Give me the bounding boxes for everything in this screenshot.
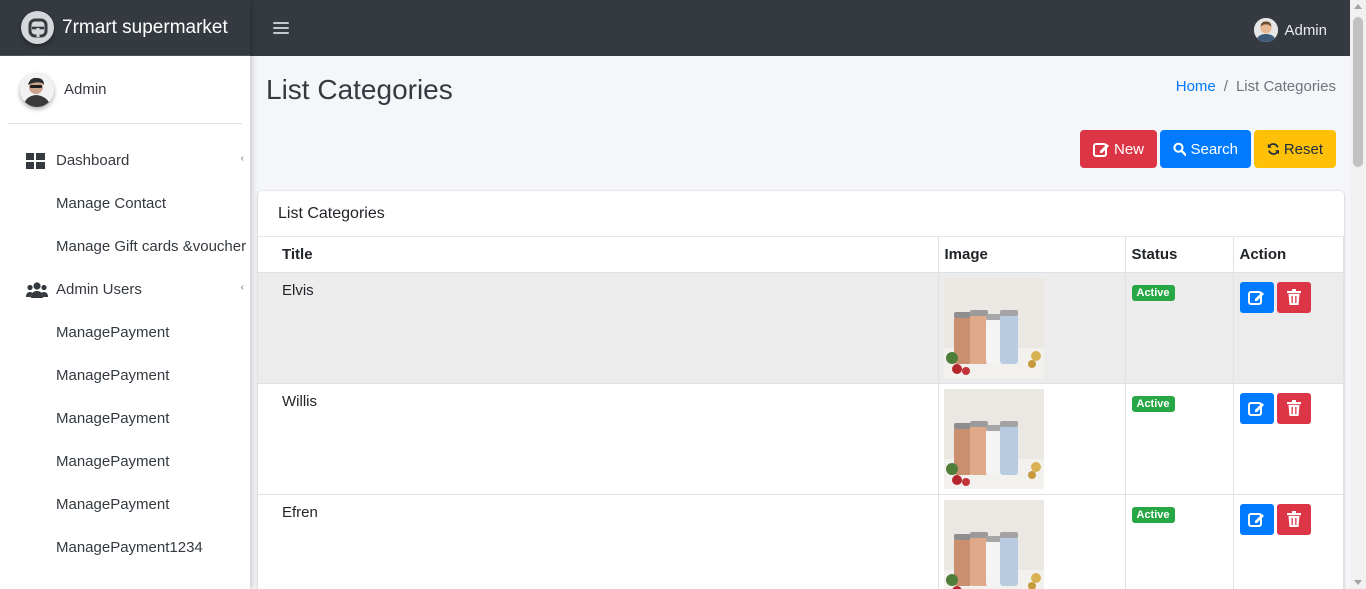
sidebar-item-label: ManagePayment: [56, 367, 170, 384]
user-panel[interactable]: Admin: [8, 56, 242, 124]
sidebar-item-label: ManagePayment: [56, 453, 170, 470]
sidebar-item-admin-users[interactable]: Admin Users ‹: [0, 268, 250, 311]
delete-button[interactable]: [1276, 281, 1311, 313]
sidebar-item-manage-contact[interactable]: Manage Contact: [0, 182, 250, 225]
breadcrumb-current: List Categories: [1235, 78, 1336, 95]
sidebar-nav: Dashboard ‹ Manage Contact Manage Gift c…: [0, 124, 250, 569]
trash-icon: [1286, 511, 1301, 527]
user-avatar: [1254, 18, 1279, 42]
sidebar-user-name: Admin: [64, 81, 107, 98]
row-title: Elvis: [258, 271, 939, 384]
sidebar-item-label: Dashboard: [56, 152, 130, 169]
column-header-status[interactable]: Status: [1124, 237, 1234, 273]
row-action-cell: [1232, 382, 1344, 495]
table-header-row: Title Image Status Action: [258, 237, 1344, 273]
category-image: [943, 388, 1044, 489]
sidebar-item-label: ManagePayment1234: [56, 539, 203, 556]
new-button-label: New: [1113, 140, 1144, 158]
users-icon: [26, 281, 48, 298]
column-header-title[interactable]: Title: [258, 237, 939, 273]
menu-toggle-icon[interactable]: [273, 22, 289, 34]
sidebar-item-manage-payment[interactable]: ManagePayment: [0, 311, 250, 354]
sidebar-item-manage-payment-1234[interactable]: ManagePayment1234: [0, 526, 250, 569]
user-menu[interactable]: Admin: [1254, 18, 1327, 42]
column-header-action[interactable]: Action: [1232, 237, 1344, 273]
sidebar-item-dashboard[interactable]: Dashboard ‹: [0, 139, 250, 182]
status-badge: Active: [1131, 506, 1175, 523]
sidebar-item-manage-payment[interactable]: ManagePayment: [0, 354, 250, 397]
sidebar-item-manage-gift-cards[interactable]: Manage Gift cards &voucher: [0, 225, 250, 268]
search-icon: [1173, 142, 1187, 157]
breadcrumb-separator: /: [1223, 78, 1228, 95]
brand-logo-icon: [21, 11, 54, 44]
refresh-icon: [1267, 143, 1280, 155]
column-header-image[interactable]: Image: [937, 237, 1126, 273]
row-status-cell: Active: [1124, 493, 1234, 589]
chevron-left-icon: ‹: [240, 153, 244, 164]
row-status-cell: Active: [1124, 271, 1234, 384]
row-title: Willis: [258, 382, 939, 495]
edit-button[interactable]: [1239, 281, 1274, 313]
page-title: List Categories: [266, 74, 453, 105]
new-button[interactable]: New: [1080, 130, 1157, 168]
table-row: Elvis Active: [258, 271, 1344, 384]
scroll-down-arrow-icon[interactable]: [1354, 580, 1362, 585]
row-image-cell: [937, 382, 1126, 495]
edit-button[interactable]: [1239, 392, 1274, 424]
sidebar-item-label: Manage Contact: [56, 195, 167, 212]
top-user-name: Admin: [1284, 21, 1327, 39]
categories-card: List Categories Title Image Status Actio…: [258, 191, 1344, 589]
user-avatar: [20, 72, 54, 107]
category-image: [943, 499, 1044, 589]
sidebar-item-label: ManagePayment: [56, 496, 170, 513]
row-title: Efren: [258, 493, 939, 589]
trash-icon: [1286, 400, 1301, 416]
edit-icon: [1248, 512, 1264, 527]
category-image: [943, 277, 1044, 378]
row-action-cell: [1232, 271, 1344, 384]
categories-table: Title Image Status Action Elvis Active W…: [258, 237, 1344, 589]
chevron-left-icon: ‹: [240, 282, 244, 293]
edit-icon: [1248, 401, 1264, 416]
scroll-up-arrow-icon[interactable]: [1354, 4, 1362, 9]
row-image-cell: [937, 493, 1126, 589]
main-content: List Categories Home / List Categories N…: [250, 56, 1350, 589]
sidebar-item-manage-payment[interactable]: ManagePayment: [0, 440, 250, 483]
table-row: Willis Active: [258, 382, 1344, 495]
breadcrumb: Home / List Categories: [1176, 78, 1336, 95]
search-button-label: Search: [1190, 140, 1238, 158]
sidebar-item-label: ManagePayment: [56, 324, 170, 341]
card-title: List Categories: [258, 191, 1344, 237]
reset-button-label: Reset: [1283, 140, 1323, 158]
brand-name: 7rmart supermarket: [62, 16, 228, 38]
sidebar-item-label: Manage Gift cards &voucher: [56, 238, 247, 255]
sidebar-item-label: ManagePayment: [56, 410, 170, 427]
scrollbar-thumb[interactable]: [1353, 17, 1363, 167]
delete-button[interactable]: [1276, 392, 1311, 424]
toolbar: New Search Reset: [1080, 130, 1336, 168]
reset-button[interactable]: Reset: [1254, 130, 1336, 168]
sidebar-item-label: Admin Users: [56, 281, 142, 298]
sidebar: 7rmart supermarket Admin Dashboard ‹ Man…: [0, 0, 250, 589]
search-button[interactable]: Search: [1160, 130, 1251, 168]
status-badge: Active: [1131, 395, 1175, 412]
delete-button[interactable]: [1276, 503, 1311, 535]
brand-link[interactable]: 7rmart supermarket: [0, 0, 250, 56]
sidebar-item-manage-payment[interactable]: ManagePayment: [0, 483, 250, 526]
table-row: Efren Active: [258, 493, 1344, 589]
trash-icon: [1286, 289, 1301, 305]
status-badge: Active: [1131, 284, 1175, 301]
row-action-cell: [1232, 493, 1344, 589]
row-image-cell: [937, 271, 1126, 384]
dashboard-icon: [26, 152, 48, 169]
page-scrollbar[interactable]: [1350, 0, 1366, 589]
sidebar-item-manage-payment[interactable]: ManagePayment: [0, 397, 250, 440]
breadcrumb-home-link[interactable]: Home: [1176, 78, 1216, 95]
edit-button[interactable]: [1239, 503, 1274, 535]
top-navbar: Admin: [250, 0, 1350, 56]
row-status-cell: Active: [1124, 382, 1234, 495]
edit-icon: [1093, 142, 1109, 157]
edit-icon: [1248, 290, 1264, 305]
